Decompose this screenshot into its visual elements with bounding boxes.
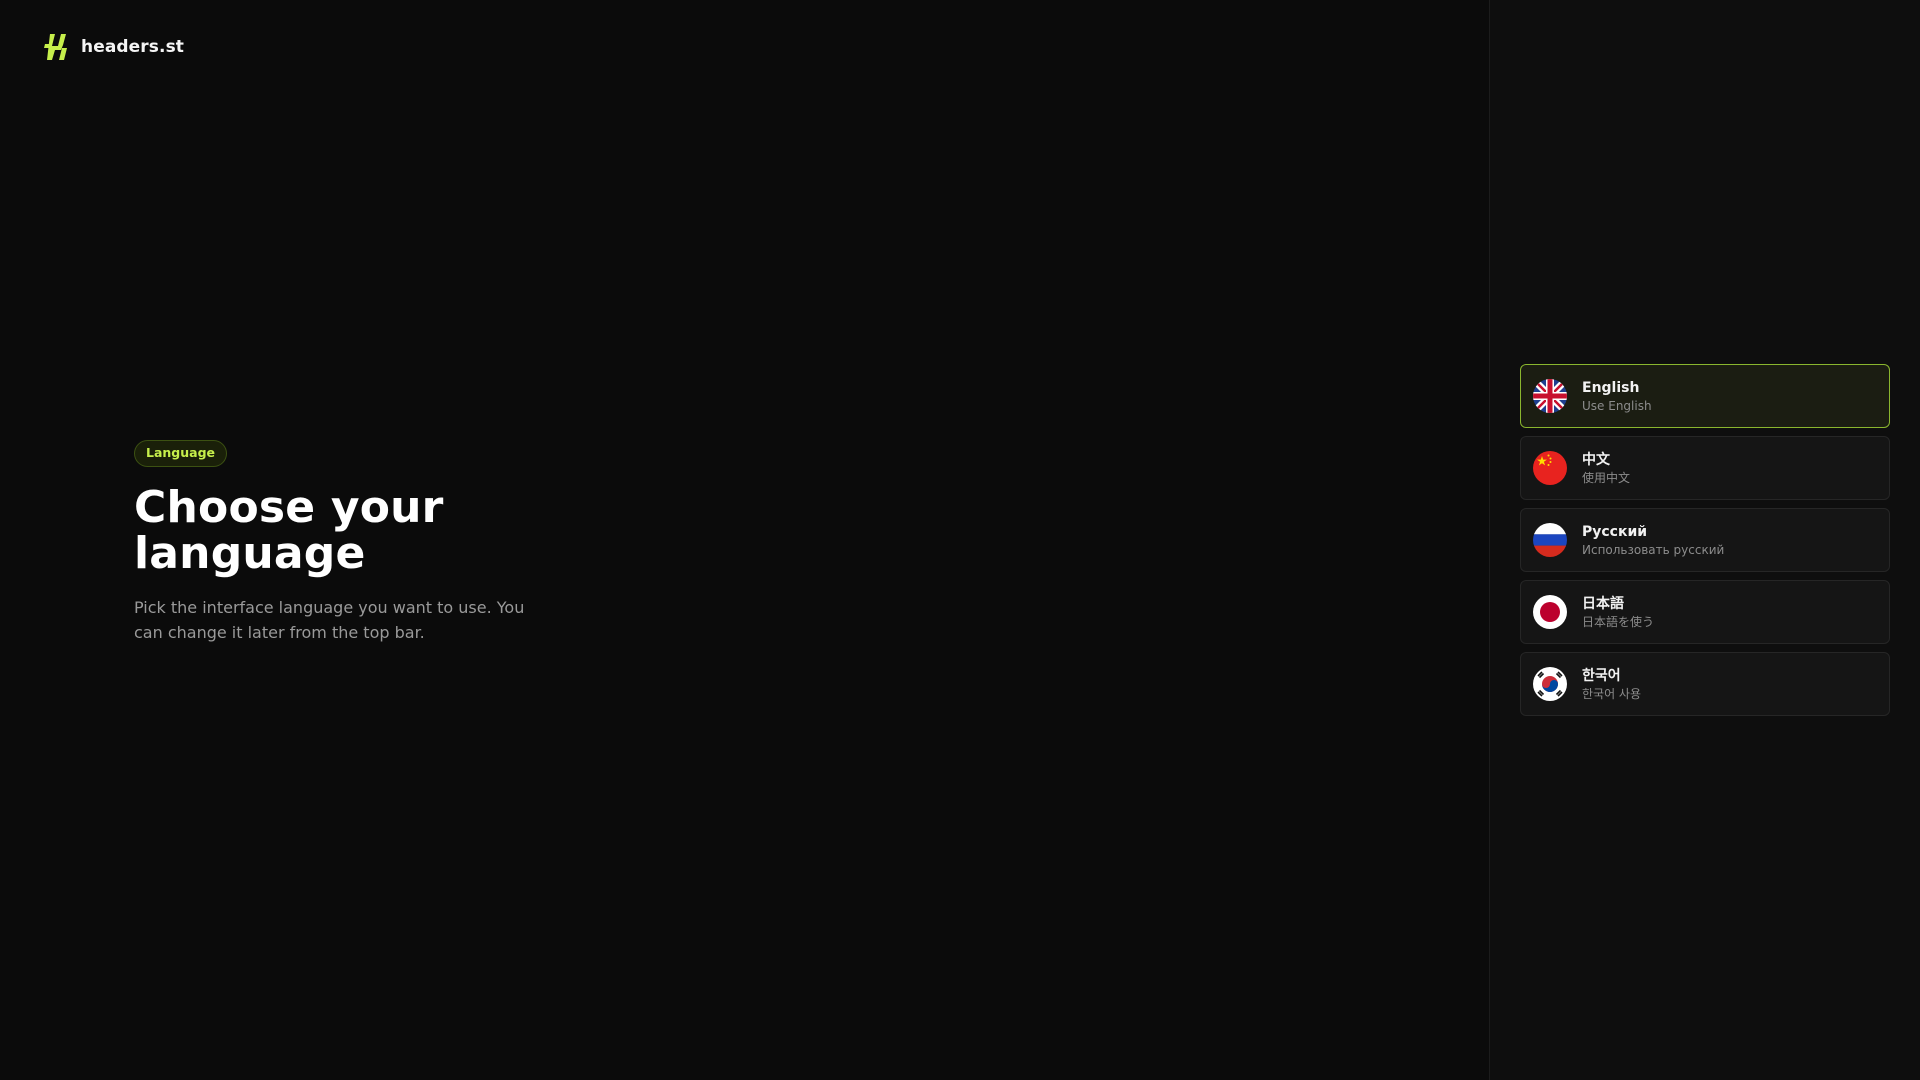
language-name: 日本語: [1582, 595, 1624, 612]
language-text: 日本語 日本語を使う: [1582, 595, 1654, 630]
language-option-chinese[interactable]: 中文 使用中文: [1520, 436, 1890, 500]
language-subtitle: 使用中文: [1582, 470, 1631, 485]
main-panel: headers.st Language Choose your language…: [0, 0, 1489, 1080]
language-name: Русский: [1582, 523, 1648, 540]
china-flag-icon: [1533, 451, 1567, 485]
uk-flag-icon: [1533, 379, 1567, 413]
language-name: 한국어: [1582, 667, 1621, 684]
brand[interactable]: headers.st: [41, 32, 184, 62]
page-description: Pick the interface language you want to …: [134, 598, 525, 642]
brand-name: headers.st: [81, 37, 185, 57]
brand-logo-icon: [44, 34, 67, 60]
page-title: Choose your language: [134, 482, 444, 579]
language-subtitle: 한국어 사용: [1582, 686, 1642, 701]
language-text: English Use English: [1582, 379, 1652, 414]
language-list: English Use English 中文 使用中文 Русский Испо…: [1520, 364, 1890, 724]
language-badge: Language: [134, 440, 228, 467]
hero: Language Choose your language Pick the i…: [134, 440, 594, 645]
language-option-english[interactable]: English Use English: [1520, 364, 1890, 428]
language-text: Русский Использовать русский: [1582, 523, 1724, 558]
language-option-japanese[interactable]: 日本語 日本語を使う: [1520, 580, 1890, 644]
language-name: 中文: [1582, 451, 1610, 468]
language-option-russian[interactable]: Русский Использовать русский: [1520, 508, 1890, 572]
language-name: English: [1582, 379, 1640, 396]
app-root: headers.st Language Choose your language…: [0, 0, 1920, 1080]
language-subtitle: Использовать русский: [1582, 542, 1725, 557]
russia-flag-icon: [1533, 523, 1567, 557]
japan-flag-icon: [1533, 595, 1567, 629]
language-option-korean[interactable]: 한국어 한국어 사용: [1520, 652, 1890, 716]
korea-flag-icon: [1533, 667, 1567, 701]
language-text: 한국어 한국어 사용: [1582, 667, 1641, 702]
language-subtitle: Use English: [1582, 398, 1652, 413]
language-subtitle: 日本語を使う: [1582, 614, 1655, 629]
language-text: 中文 使用中文: [1582, 451, 1630, 486]
